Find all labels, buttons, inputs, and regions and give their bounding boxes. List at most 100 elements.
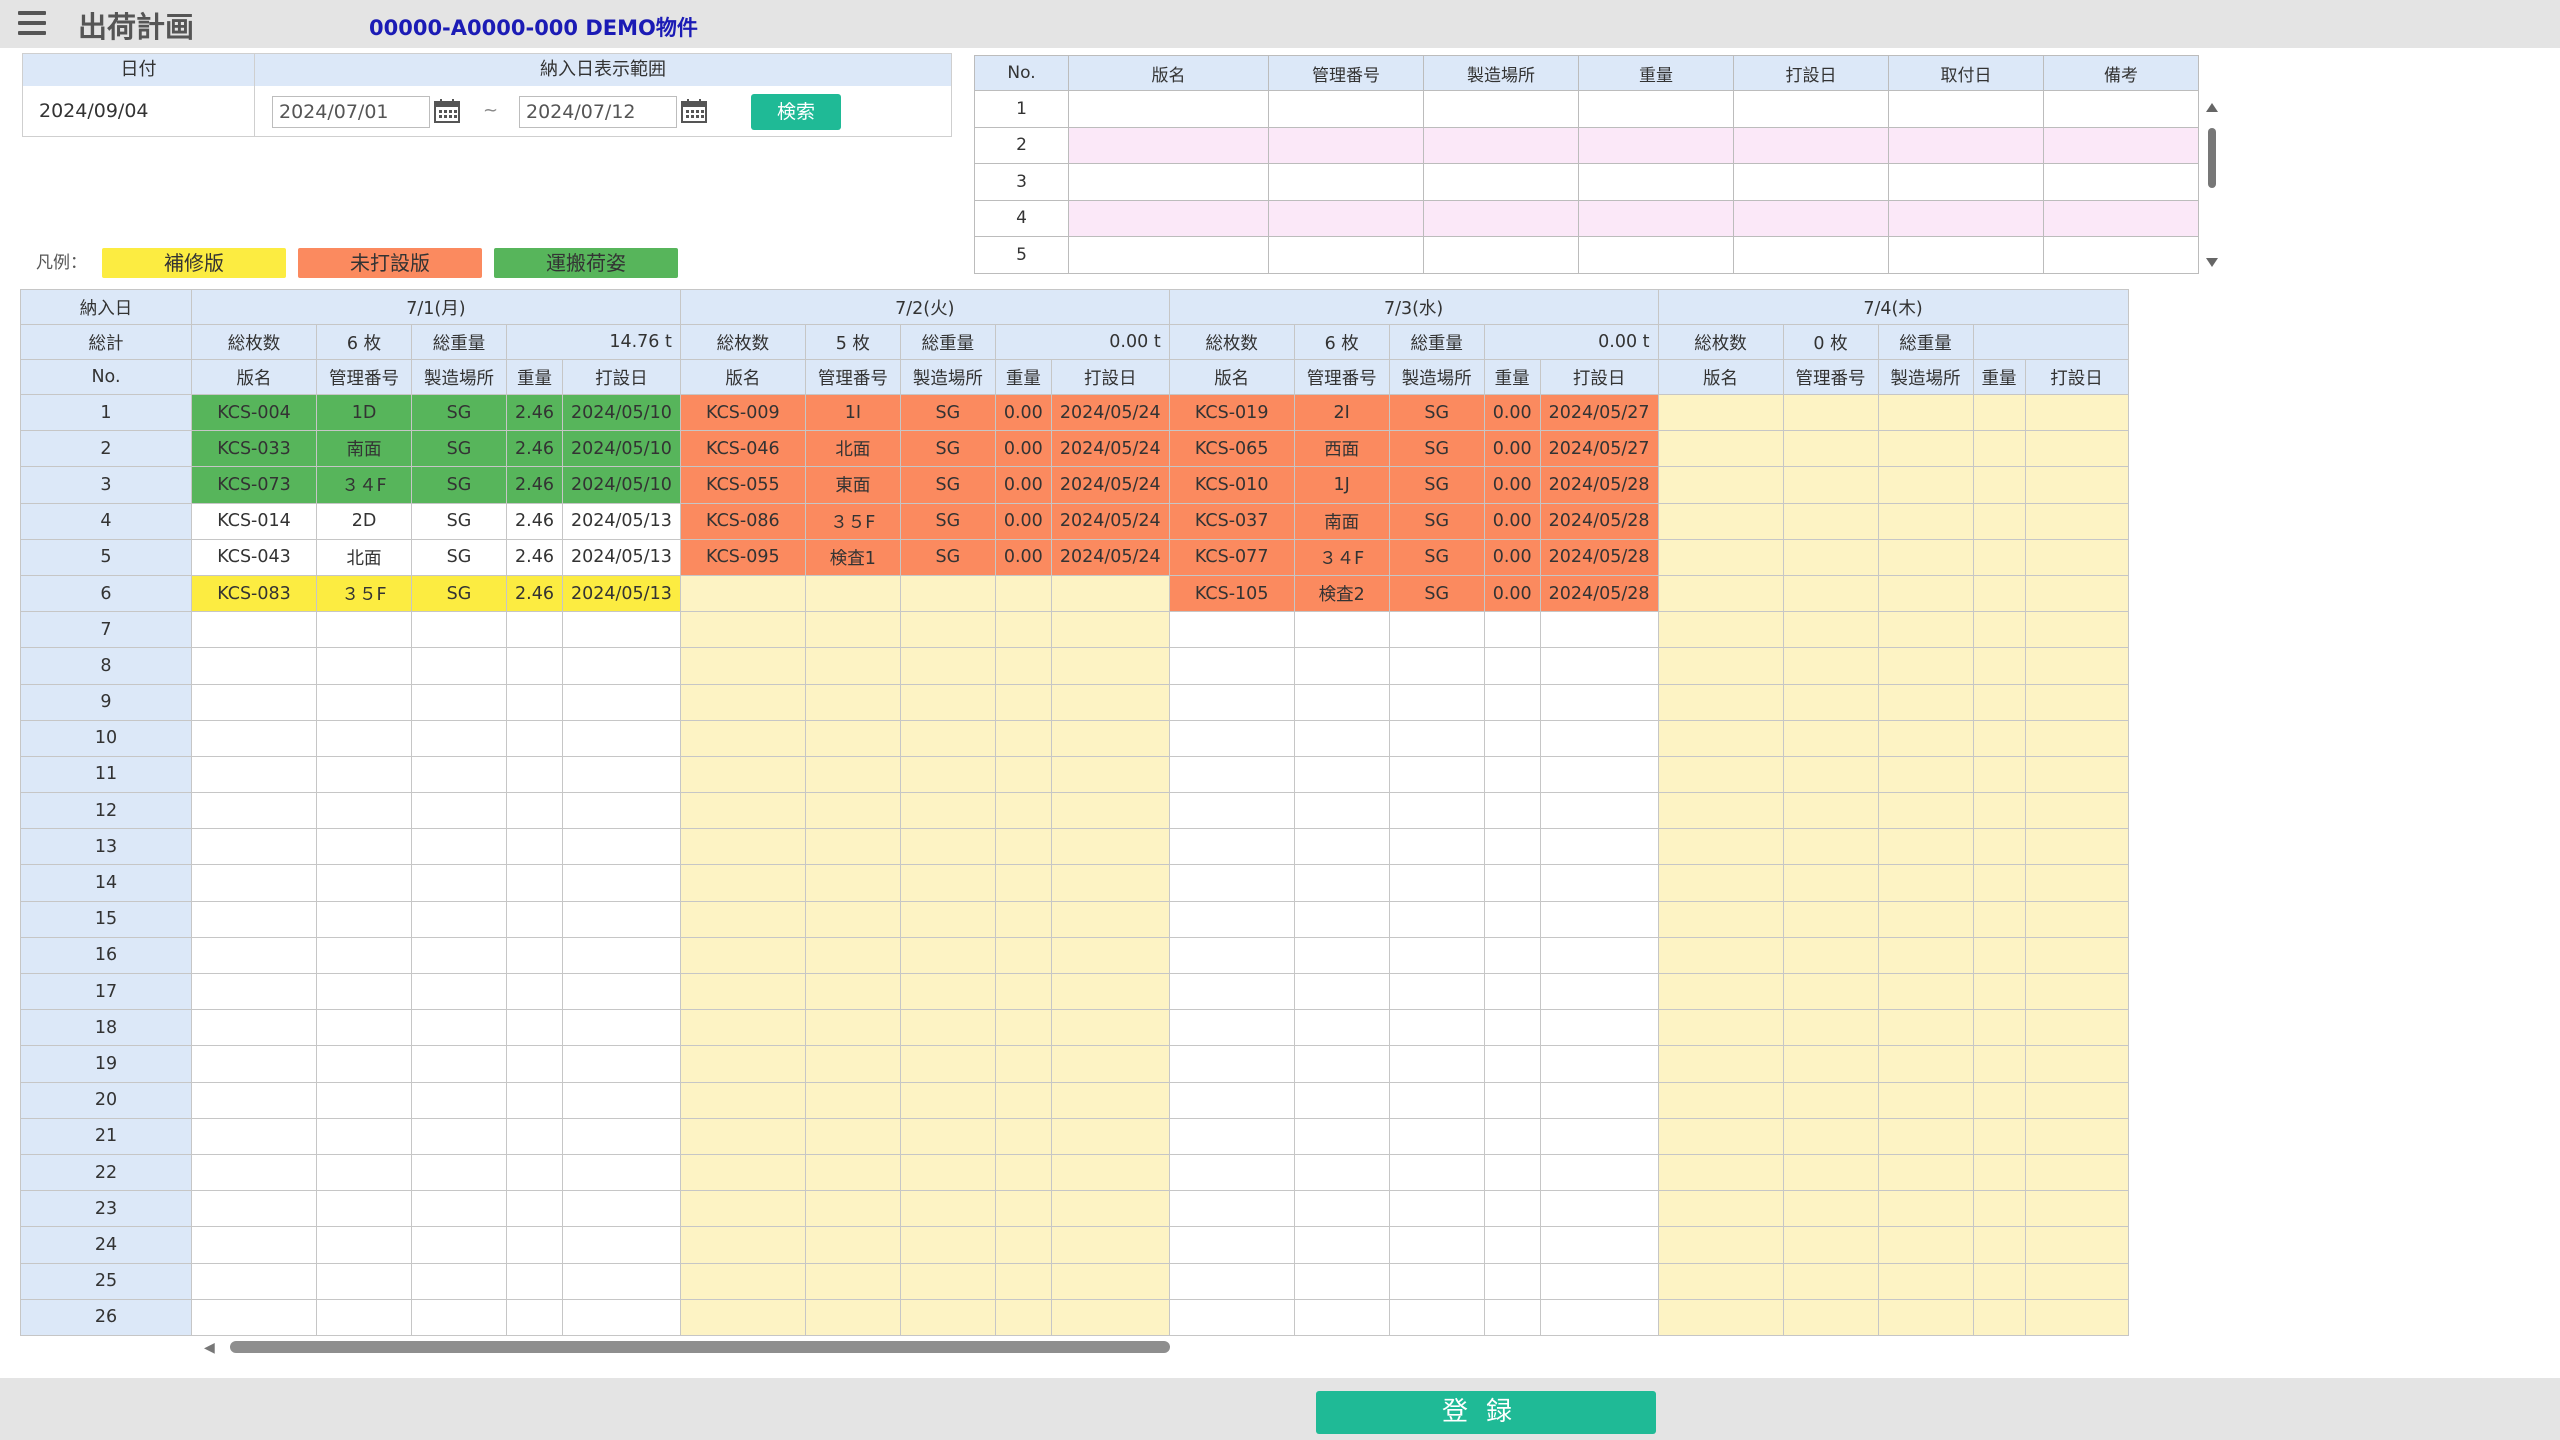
grid-cell[interactable] (899, 900, 996, 938)
grid-cell[interactable] (316, 755, 412, 794)
grid-cell[interactable] (1483, 647, 1541, 685)
grid-cell[interactable]: 0.00 (1483, 538, 1541, 576)
grid-cell[interactable]: 2024/05/10 (561, 466, 681, 504)
grid-cell[interactable] (1782, 792, 1879, 830)
grid-cell[interactable] (1050, 1045, 1170, 1083)
grid-cell[interactable] (994, 1298, 1052, 1336)
table-row[interactable]: 2 KCS-033 南面 SG 2.46 2024/05/10 KCS-046 北面 SG 0.0… (20, 430, 2129, 468)
grid-cell[interactable] (2024, 719, 2129, 757)
grid-cell[interactable] (561, 647, 681, 685)
grid-cell[interactable] (191, 1226, 317, 1264)
grid-cell[interactable] (994, 1009, 1052, 1047)
grid-cell[interactable] (1782, 1153, 1879, 1192)
grid-cell[interactable]: 0.00 (994, 430, 1052, 468)
table-row[interactable]: 21 (20, 1117, 2129, 1155)
grid-cell[interactable] (1050, 900, 1170, 938)
grid-cell[interactable] (561, 1298, 681, 1336)
detail-cell[interactable] (2043, 199, 2199, 237)
grid-cell[interactable]: 2024/05/13 (561, 538, 681, 576)
grid-cell[interactable] (1483, 1153, 1541, 1192)
grid-cell[interactable] (411, 611, 507, 649)
grid-cell[interactable] (1483, 864, 1541, 902)
table-row[interactable]: 12 (20, 792, 2129, 830)
grid-cell[interactable] (316, 900, 412, 938)
detail-cell[interactable] (2043, 163, 2199, 201)
grid-cell[interactable] (1657, 828, 1784, 866)
grid-cell[interactable] (899, 683, 996, 721)
grid-cell[interactable] (899, 828, 996, 866)
grid-cell[interactable]: 2024/05/28 (1539, 502, 1659, 540)
grid-cell[interactable] (1657, 1045, 1784, 1083)
grid-cell[interactable]: KCS-086 (679, 502, 806, 540)
grid-cell[interactable]: 2D (316, 502, 412, 540)
grid-cell[interactable] (2024, 647, 2129, 685)
grid-cell[interactable] (1972, 647, 2026, 685)
grid-cell[interactable]: SG (899, 502, 996, 540)
grid-cell[interactable] (1782, 430, 1879, 468)
grid-cell[interactable] (1657, 1153, 1784, 1192)
grid-cell[interactable] (1657, 1226, 1784, 1264)
grid-cell[interactable] (1388, 1226, 1485, 1264)
grid-cell[interactable] (316, 683, 412, 721)
grid-cell[interactable] (411, 864, 507, 902)
grid-cell[interactable] (1657, 1117, 1784, 1155)
grid-cell[interactable]: KCS-065 (1168, 430, 1295, 468)
grid-cell[interactable]: 1D (316, 393, 412, 432)
grid-cell[interactable] (1539, 900, 1659, 938)
detail-cell[interactable] (1068, 236, 1269, 274)
grid-cell[interactable] (2024, 900, 2129, 938)
grid-cell[interactable] (1877, 538, 1974, 576)
grid-cell[interactable] (1539, 1045, 1659, 1083)
grid-cell[interactable] (679, 611, 806, 649)
grid-cell[interactable]: 0.00 (994, 393, 1052, 432)
grid-cell[interactable] (804, 683, 901, 721)
detail-row[interactable]: 4 (974, 199, 2199, 237)
grid-cell[interactable] (411, 1045, 507, 1083)
table-row[interactable]: 8 (20, 647, 2129, 685)
grid-cell[interactable] (1293, 972, 1390, 1011)
grid-cell[interactable] (1050, 972, 1170, 1011)
grid-cell[interactable]: SG (1388, 430, 1485, 468)
detail-cell[interactable] (2043, 126, 2199, 164)
grid-cell[interactable] (1388, 719, 1485, 757)
grid-cell[interactable] (1539, 1298, 1659, 1336)
grid-cell[interactable] (1388, 1298, 1485, 1336)
grid-cell[interactable]: 西面 (1293, 430, 1390, 468)
grid-cell[interactable] (1657, 1190, 1784, 1228)
grid-cell[interactable] (1388, 1117, 1485, 1155)
grid-cell[interactable] (561, 1009, 681, 1047)
detail-cell[interactable] (1068, 90, 1269, 128)
grid-cell[interactable] (1782, 1190, 1879, 1228)
detail-cell[interactable] (1733, 163, 1889, 201)
grid-cell[interactable]: 検査2 (1293, 574, 1390, 613)
grid-cell[interactable] (1388, 792, 1485, 830)
grid-cell[interactable]: KCS-083 (191, 574, 317, 613)
grid-cell[interactable] (994, 792, 1052, 830)
grid-cell[interactable] (1388, 936, 1485, 975)
grid-cell[interactable] (1293, 611, 1390, 649)
grid-cell[interactable]: 2024/05/27 (1539, 393, 1659, 432)
grid-cell[interactable]: SG (1388, 393, 1485, 432)
grid-cell[interactable] (679, 1153, 806, 1192)
grid-cell[interactable] (1782, 647, 1879, 685)
detail-cell[interactable] (1578, 199, 1734, 237)
grid-cell[interactable] (2024, 574, 2129, 613)
grid-cell[interactable] (1657, 1262, 1784, 1300)
grid-cell[interactable]: SG (899, 430, 996, 468)
grid-cell[interactable] (1972, 611, 2026, 649)
grid-cell[interactable] (1483, 828, 1541, 866)
detail-scrollbar[interactable] (2203, 100, 2221, 270)
grid-cell[interactable] (2024, 1298, 2129, 1336)
grid-cell[interactable] (1050, 828, 1170, 866)
search-button[interactable]: 検索 (751, 94, 841, 130)
grid-cell[interactable] (1168, 755, 1295, 794)
grid-cell[interactable] (1293, 719, 1390, 757)
grid-cell[interactable] (191, 864, 317, 902)
grid-cell[interactable] (411, 936, 507, 975)
grid-cell[interactable] (1293, 792, 1390, 830)
grid-cell[interactable] (679, 792, 806, 830)
grid-cell[interactable] (191, 1045, 317, 1083)
table-row[interactable]: 10 (20, 719, 2129, 757)
detail-cell[interactable] (1733, 236, 1889, 274)
grid-cell[interactable] (804, 1153, 901, 1192)
